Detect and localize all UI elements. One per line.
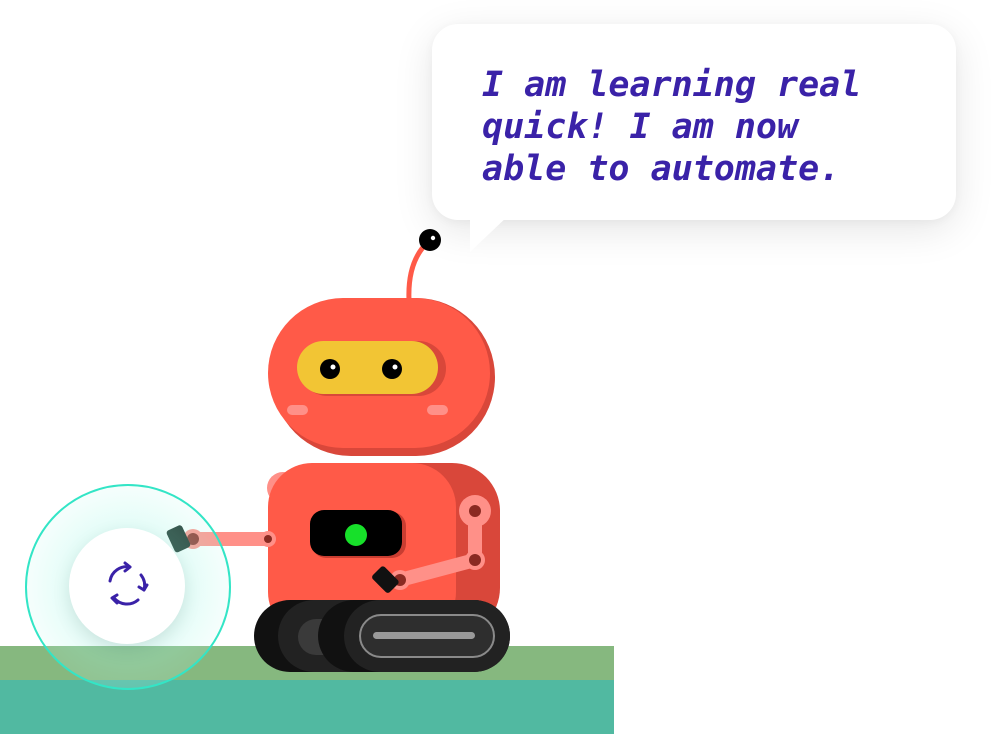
robot-scene: I am learning real quick! I am now able … (0, 0, 1006, 734)
left-cheek (287, 405, 308, 415)
right-cheek (427, 405, 448, 415)
status-light (345, 524, 367, 546)
left-eye (320, 359, 340, 379)
refresh-cycle-icon (100, 557, 154, 615)
right-eye (382, 359, 402, 379)
visor (297, 341, 438, 394)
antenna (406, 239, 431, 303)
automation-badge (69, 528, 185, 644)
antenna-ball (419, 229, 441, 251)
